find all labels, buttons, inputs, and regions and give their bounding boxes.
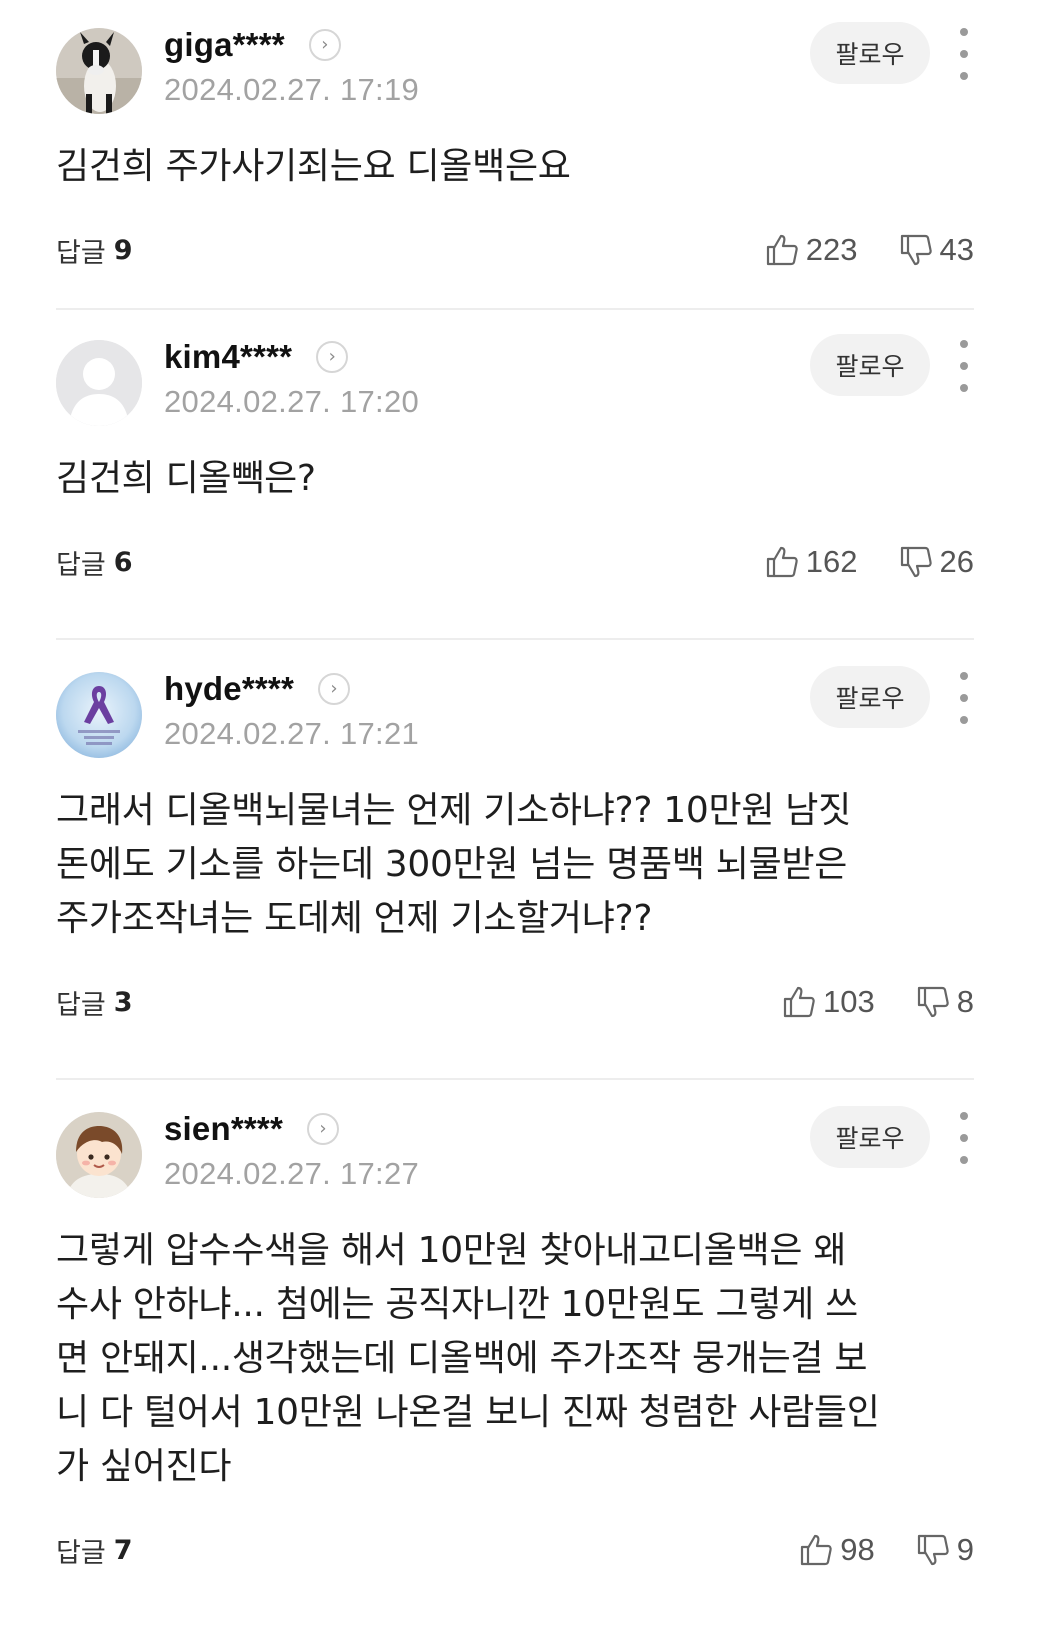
like-button[interactable]: 103 <box>781 984 875 1020</box>
follow-button[interactable]: 팔로우 <box>810 334 930 396</box>
chevron-right-icon[interactable]: › <box>307 1113 340 1145</box>
reply-label: 답글 <box>56 989 106 1021</box>
vote-group: 98 9 <box>758 1520 974 1580</box>
reply-label: 답글 <box>56 237 106 269</box>
comment-date: 2024.02.27. 17:19 <box>164 72 420 107</box>
dislike-button[interactable]: 43 <box>898 232 974 268</box>
reply-label: 답글 <box>56 549 106 581</box>
vote-group: 103 8 <box>741 972 974 1032</box>
chevron-right-icon[interactable]: › <box>318 673 350 705</box>
comment-header: sien**** › 2024.02.27. 17:27 팔로우 <box>56 1106 974 1202</box>
comment-header: giga**** › 2024.02.27. 17:19 팔로우 <box>56 22 974 118</box>
vote-group: 162 26 <box>724 532 974 592</box>
like-count: 103 <box>823 984 875 1019</box>
dog-photo-avatar[interactable] <box>56 28 142 114</box>
username[interactable]: kim4**** <box>164 338 292 376</box>
dislike-count: 26 <box>939 544 974 579</box>
dislike-button[interactable]: 26 <box>898 544 974 580</box>
follow-button[interactable]: 팔로우 <box>810 22 930 84</box>
username[interactable]: sien**** <box>164 1110 283 1148</box>
more-options-icon[interactable] <box>954 1112 974 1164</box>
comment-footer: 답글 9 223 43 <box>56 220 974 280</box>
more-options-icon[interactable] <box>954 340 974 392</box>
username[interactable]: giga**** <box>164 26 285 64</box>
reply-label: 답글 <box>56 1537 106 1569</box>
thumbs-up-icon <box>783 986 815 1018</box>
like-count: 162 <box>805 544 858 579</box>
thumbs-down-icon <box>917 986 949 1018</box>
thumbs-down-icon <box>900 234 932 266</box>
more-options-icon[interactable] <box>954 672 974 724</box>
comment-date: 2024.02.27. 17:21 <box>164 716 420 751</box>
dislike-count: 8 <box>956 984 974 1019</box>
comment-header: kim4**** › 2024.02.27. 17:20 팔로우 <box>56 334 974 430</box>
comment-item: kim4**** › 2024.02.27. 17:20 팔로우 김건희 디올빽… <box>56 310 974 640</box>
comment-text: 그래서 디올백뇌물녀는 언제 기소하냐?? 10만원 남짓 돈에도 기소를 하는… <box>56 790 851 939</box>
reply-count: 7 <box>113 1534 133 1566</box>
comment-meta: hyde**** › 2024.02.27. 17:21 <box>164 666 419 752</box>
comment-meta: sien**** › 2024.02.27. 17:27 <box>164 1106 419 1192</box>
reply-button[interactable]: 답글 7 <box>56 1531 132 1570</box>
username[interactable]: hyde**** <box>164 670 294 708</box>
thumbs-up-icon <box>766 546 798 578</box>
comment-footer: 답글 3 103 8 <box>56 972 974 1032</box>
comment-meta: kim4**** › 2024.02.27. 17:20 <box>164 334 419 420</box>
reply-count: 3 <box>113 986 133 1018</box>
thumbs-down-icon <box>900 546 932 578</box>
comment-footer: 답글 7 98 9 <box>56 1520 974 1580</box>
follow-button[interactable]: 팔로우 <box>810 1106 930 1168</box>
purple-ribbon-avatar[interactable] <box>56 672 142 758</box>
like-button[interactable]: 223 <box>764 232 858 268</box>
chevron-right-icon[interactable]: › <box>308 29 341 61</box>
comment-date: 2024.02.27. 17:20 <box>164 384 420 419</box>
reply-button[interactable]: 답글 3 <box>56 983 132 1022</box>
chevron-right-icon[interactable]: › <box>316 341 349 373</box>
reply-count: 6 <box>113 546 133 578</box>
comment-header: hyde**** › 2024.02.27. 17:21 팔로우 <box>56 666 974 762</box>
dislike-button[interactable]: 8 <box>915 984 974 1020</box>
dislike-count: 9 <box>956 1532 974 1567</box>
like-button[interactable]: 98 <box>798 1532 875 1568</box>
like-button[interactable]: 162 <box>764 544 858 580</box>
comment-item: giga**** › 2024.02.27. 17:19 팔로우 김건희 주가사… <box>56 0 974 310</box>
reply-count: 9 <box>113 234 133 266</box>
default-person-avatar[interactable] <box>56 340 142 426</box>
comment-item: sien**** › 2024.02.27. 17:27 팔로우 그렇게 압수수… <box>56 1080 974 1626</box>
dislike-count: 43 <box>939 232 974 267</box>
comment-text: 김건희 주가사기죄는요 디올백은요 <box>56 146 571 187</box>
comment-date: 2024.02.27. 17:27 <box>164 1156 420 1191</box>
comment-footer: 답글 6 162 26 <box>56 532 974 592</box>
comment-item: hyde**** › 2024.02.27. 17:21 팔로우 그래서 디올백… <box>56 640 974 1080</box>
dislike-button[interactable]: 9 <box>915 1532 974 1568</box>
like-count: 98 <box>840 1532 875 1567</box>
follow-button[interactable]: 팔로우 <box>810 666 930 728</box>
thumbs-up-icon <box>801 1534 832 1566</box>
reply-button[interactable]: 답글 9 <box>56 231 132 270</box>
comment-list: giga**** › 2024.02.27. 17:19 팔로우 김건희 주가사… <box>0 0 1062 1626</box>
comment-meta: giga**** › 2024.02.27. 17:19 <box>164 22 419 108</box>
cartoon-kid-avatar[interactable] <box>56 1112 142 1198</box>
thumbs-down-icon <box>917 1534 949 1566</box>
comment-text: 그렇게 압수수색을 해서 10만원 찾아내고디올백은 왜 수사 안하냐... 첨… <box>56 1230 880 1487</box>
more-options-icon[interactable] <box>954 28 974 80</box>
vote-group: 223 43 <box>724 220 974 280</box>
like-count: 223 <box>805 232 858 267</box>
thumbs-up-icon <box>766 234 798 266</box>
reply-button[interactable]: 답글 6 <box>56 543 132 582</box>
comment-text: 김건희 디올빽은? <box>56 458 316 499</box>
